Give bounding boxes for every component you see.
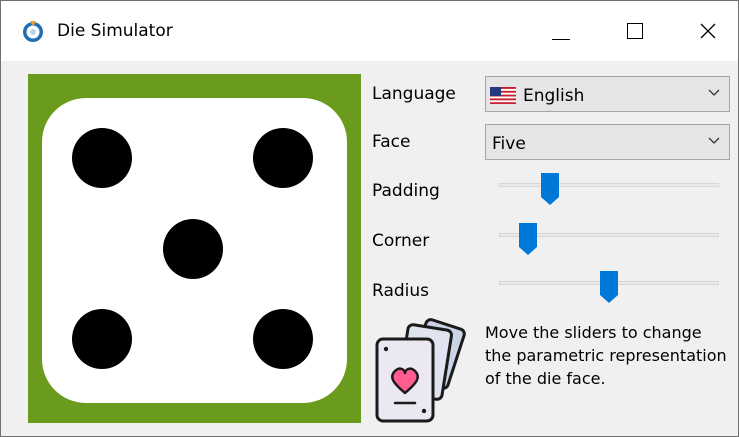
- cards-heart-icon: [375, 318, 466, 423]
- maximize-button[interactable]: [611, 11, 657, 51]
- die-pip: [72, 309, 132, 369]
- close-button[interactable]: [684, 11, 730, 51]
- chevron-down-icon: [708, 89, 720, 96]
- slider-thumb[interactable]: [600, 271, 618, 303]
- language-value: English: [523, 86, 585, 106]
- window-title: Die Simulator: [57, 21, 173, 41]
- die-pip: [72, 128, 132, 188]
- face-value: Five: [492, 134, 526, 154]
- padding-label: Padding: [372, 181, 440, 201]
- language-dropdown[interactable]: English: [485, 76, 730, 112]
- slider-track: [499, 183, 719, 187]
- language-label: Language: [372, 84, 456, 104]
- app-logo-icon: [21, 19, 45, 43]
- die-pip: [163, 219, 223, 279]
- die-face: [42, 98, 347, 403]
- slider-thumb[interactable]: [541, 173, 559, 205]
- face-dropdown[interactable]: Five: [485, 124, 730, 160]
- face-label: Face: [372, 132, 411, 152]
- corner-slider[interactable]: [499, 223, 719, 255]
- app-window: Die Simulator Language English Face Five…: [0, 0, 739, 437]
- us-flag-icon: [490, 87, 516, 104]
- die-canvas: [28, 74, 361, 423]
- chevron-down-icon: [708, 137, 720, 144]
- corner-label: Corner: [372, 231, 430, 251]
- die-pip: [253, 309, 313, 369]
- description-text: Move the sliders to change the parametri…: [485, 323, 727, 388]
- radius-label: Radius: [372, 281, 430, 301]
- close-icon: [700, 23, 716, 39]
- die-pip: [253, 128, 313, 188]
- radius-slider[interactable]: [499, 271, 719, 303]
- padding-slider[interactable]: [499, 173, 719, 205]
- slider-thumb[interactable]: [519, 223, 537, 255]
- minimize-button[interactable]: [538, 11, 584, 51]
- title-bar: Die Simulator: [1, 1, 738, 61]
